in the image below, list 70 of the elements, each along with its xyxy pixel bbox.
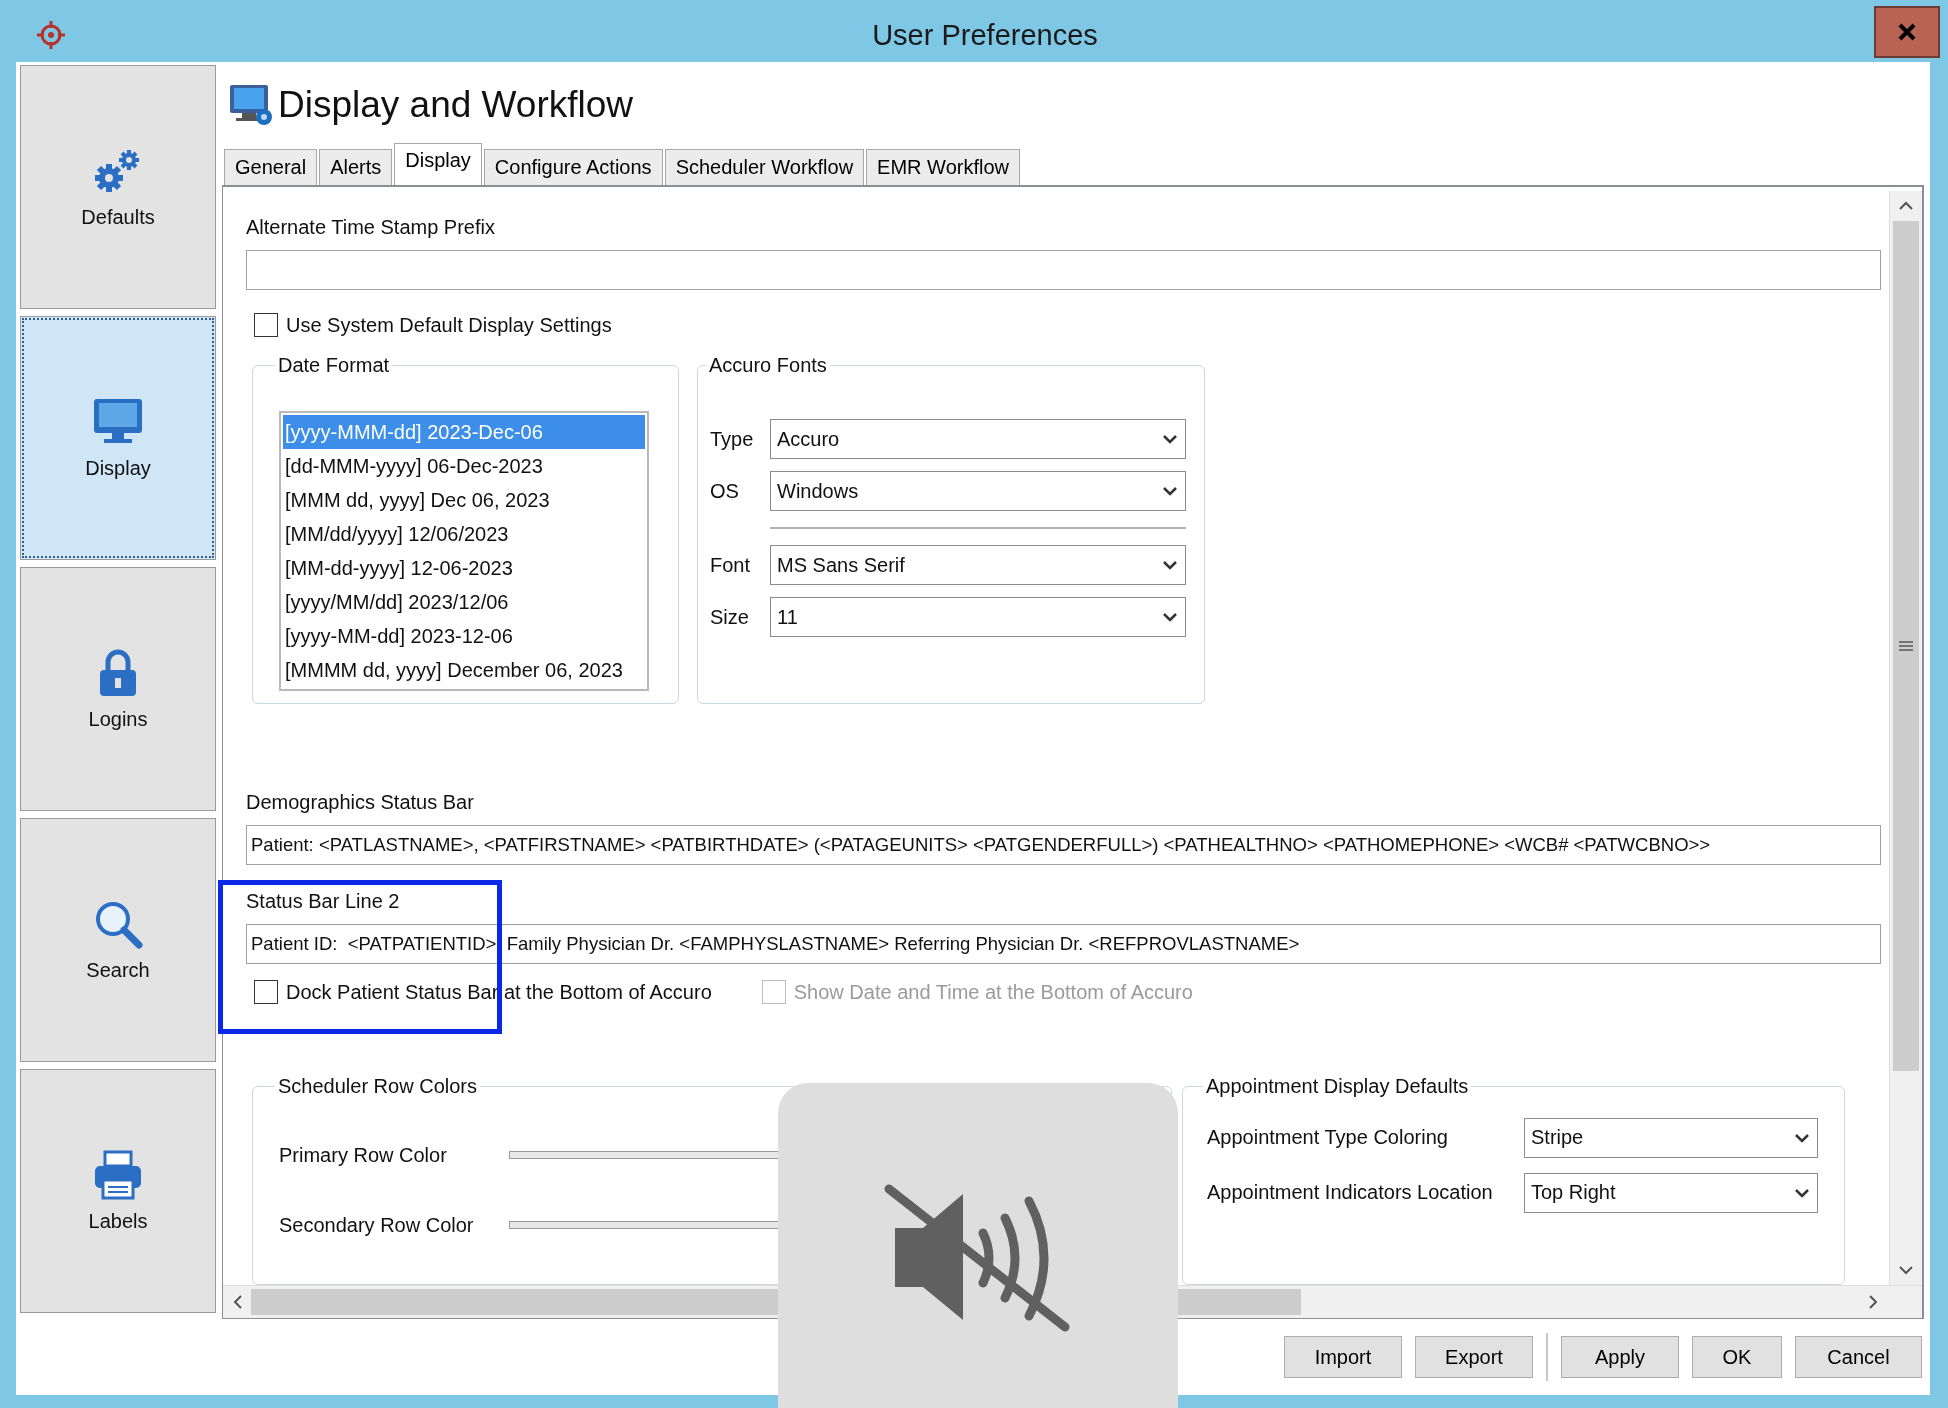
group-title: Appointment Display Defaults [1205,1075,1470,1098]
sidebar-item[interactable]: Logins [20,567,216,811]
lock-icon [98,647,138,698]
sidebar-item[interactable]: Search [20,818,216,1062]
page-title: Display and Workflow [278,84,634,126]
chevron-icon [1795,1132,1809,1143]
close-button[interactable] [1874,6,1940,58]
checkbox-label: Show Date and Time at the Bottom of Accuro [793,980,1193,1004]
input-field[interactable] [246,250,1881,290]
tab[interactable]: Scheduler Workflow [664,149,865,185]
dialog-button[interactable]: Apply [1561,1336,1679,1378]
checkbox[interactable] [254,313,278,337]
scroll-thumb[interactable] [1893,221,1919,1071]
tab[interactable]: Configure Actions [483,149,663,185]
list-item[interactable]: [yyyy/MM/dd] 2023/12/06 [283,585,645,619]
sidebar-item[interactable]: Defaults [20,65,216,309]
field-label: Appointment Type Coloring [1207,1126,1449,1149]
dialog-button[interactable]: Cancel [1795,1336,1922,1378]
printer-icon [93,1149,143,1200]
field-label: Type [710,427,755,451]
dialog-button[interactable]: OK [1692,1336,1782,1378]
dropdown[interactable]: Accuro [770,419,1186,459]
dropdown[interactable]: Stripe [1524,1117,1818,1158]
crosshair-icon [36,20,66,50]
chevron-icon [1795,1187,1809,1198]
list-item[interactable]: [dd-MMM-yyyy] 06-Dec-2023 [283,449,645,483]
chevron-icon [1163,486,1177,496]
input-field[interactable]: Patient: <PATLASTNAME>, <PATFIRSTNAME> <PATBIRTHDATE> (<PATAGEUNITS> <PATGENDERFULL>) <PATHEALTHNO> <PATHOMEPHONE> <WCB# <PATWCBNO>> [246,825,1881,865]
list-item[interactable]: [yyyy-MM-dd] 2023-12-06 [283,619,645,653]
field-label: Primary Row Color [279,1143,448,1167]
field-label: Demographics Status Bar [246,790,475,815]
tab[interactable]: General [224,149,318,185]
list-item[interactable]: [MM-dd-yyyy] 12-06-2023 [283,551,645,585]
field-label: OS [710,479,740,503]
group-title: Scheduler Row Colors [277,1075,478,1098]
chevron-icon [1163,612,1177,622]
window-title: User Preferences [871,18,1099,52]
tab[interactable]: Alerts [319,149,393,185]
group-title: Date Format [277,354,391,377]
input-field[interactable]: Patient ID: <PATPATIENTID> Family Physician Dr. <FAMPHYSLASTNAME> Referring Physician Dr. <REFPROVLASTNAME> [246,924,1881,964]
sidebar-item[interactable]: Labels [20,1069,216,1313]
field-label: Font [710,553,752,577]
dropdown[interactable]: Windows [770,471,1186,511]
tab[interactable]: EMR Workflow [866,149,1020,185]
dropdown[interactable]: 11 [770,597,1186,637]
sidebar-item[interactable]: Display [20,316,216,560]
dropdown[interactable]: MS Sans Serif [770,545,1186,585]
dropdown[interactable]: Top Right [1524,1172,1818,1213]
chevron-icon [1163,560,1177,570]
grip-icon [1899,641,1913,651]
list-box[interactable] [279,411,649,691]
dialog-button[interactable]: Export [1415,1336,1533,1378]
monitor-gear-icon [228,83,274,127]
field-label: Size [710,605,750,629]
list-item[interactable]: [MM/dd/yyyy] 12/06/2023 [283,517,645,551]
checkbox-label: Dock Patient Status Bar at the Bottom of Accuro [286,980,712,1004]
list-item[interactable]: [MMM dd, yyyy] Dec 06, 2023 [283,483,645,517]
field-label: Secondary Row Color [279,1213,475,1237]
field-label: Appointment Indicators Location [1207,1181,1494,1204]
group-title: Accuro Fonts [708,354,828,377]
dialog-button[interactable]: Import [1284,1336,1402,1378]
close-icon [1897,22,1917,42]
list-item[interactable]: [MMMM dd, yyyy] December 06, 2023 [283,653,645,687]
checkbox-label: Use System Default Display Settings [286,313,612,337]
checkbox[interactable] [254,980,278,1004]
tab[interactable]: Display [394,143,482,185]
vertical-scrollbar[interactable] [1889,191,1922,1285]
field-label: Alternate Time Stamp Prefix [246,215,496,240]
chevron-icon [1163,434,1177,444]
field-label: Status Bar Line 2 [246,889,401,914]
